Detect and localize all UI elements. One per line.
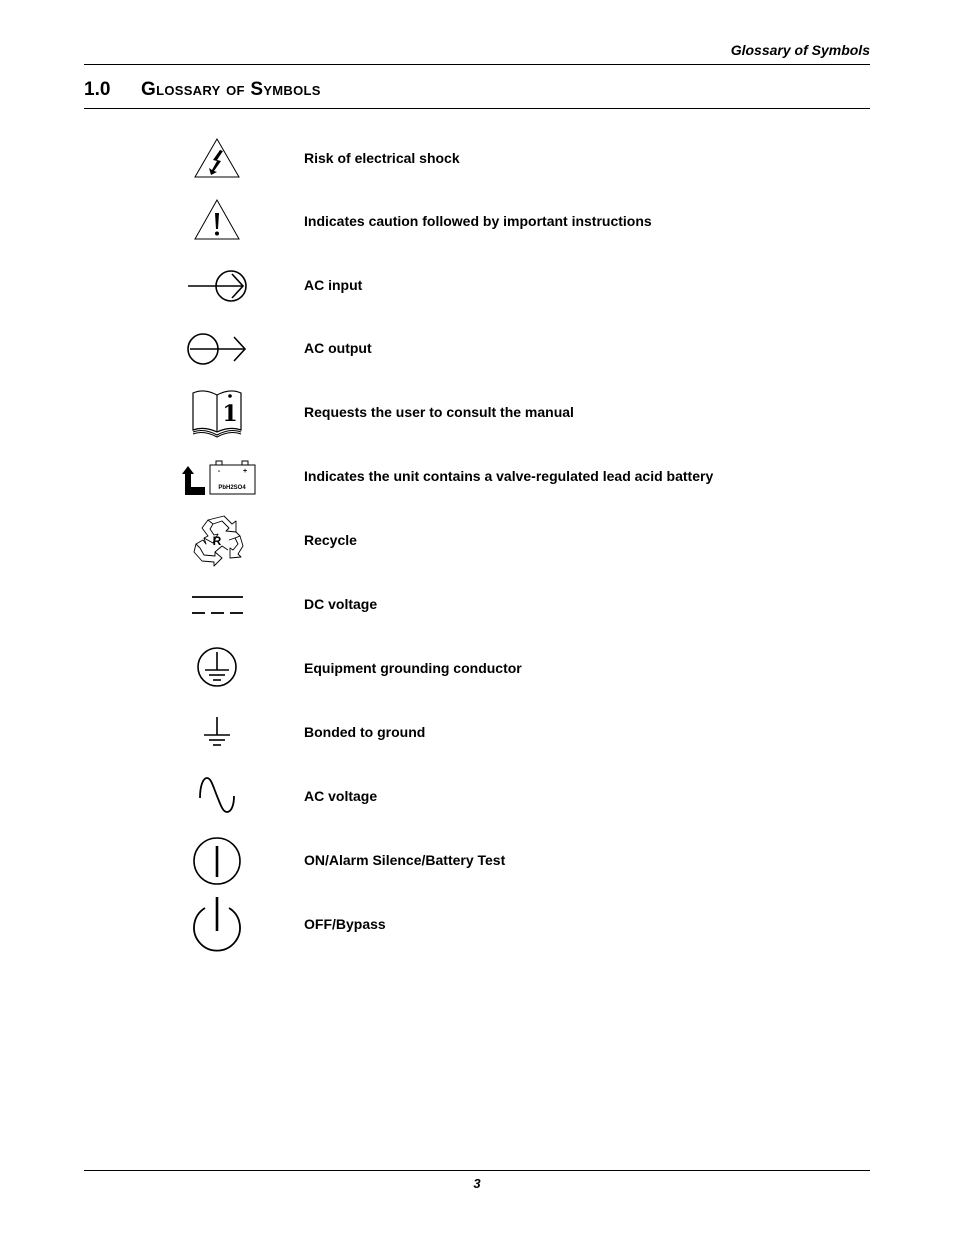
bonded-ground-icon [180,704,256,760]
symbol-label: Indicates caution followed by important … [304,213,652,229]
symbol-label: AC voltage [304,788,378,804]
symbol-row: - + PbH2SO4 Indicates the unit contains … [180,448,840,504]
symbol-row: Indicates caution followed by important … [180,193,840,249]
footer-rule [84,1170,870,1171]
symbol-label: Indicates the unit contains a valve-regu… [304,468,714,484]
recycle-icon: R [180,512,256,568]
caution-warning-icon [180,193,256,249]
battery-text: PbH2SO4 [218,485,246,491]
ac-voltage-icon [180,768,256,824]
symbol-row: Equipment grounding conductor [180,640,840,696]
symbol-label: ON/Alarm Silence/Battery Test [304,852,506,868]
symbol-row: AC input [180,257,840,313]
symbol-label: AC input [304,277,363,293]
section-rule [84,108,870,109]
dc-voltage-icon [180,576,256,632]
recycle-letter: R [213,534,222,548]
lead-acid-battery-icon: - + PbH2SO4 [180,448,256,504]
off-bypass-icon [180,896,256,952]
running-header: Glossary of Symbols [730,42,870,58]
ac-input-icon [180,257,256,313]
section-number: 1.0 [84,79,111,100]
symbol-row: 1 Requests the user to consult the manua… [180,384,840,440]
on-alarm-silence-icon [180,832,256,888]
consult-manual-icon: 1 [180,384,256,440]
symbol-row: AC voltage [180,768,840,824]
symbol-label: Recycle [304,532,357,548]
battery-plus: + [243,468,247,475]
symbol-label: Risk of electrical shock [304,150,460,166]
symbol-row: R Recycle [180,512,840,568]
symbol-label: Equipment grounding conductor [304,660,522,676]
ac-output-icon [180,320,256,376]
symbol-row: AC output [180,320,840,376]
electrical-shock-warning-icon [180,130,256,186]
symbol-label: AC output [304,340,372,356]
svg-text:1: 1 [222,401,237,427]
symbol-label: Requests the user to consult the manual [304,404,574,420]
equipment-grounding-icon [180,640,256,696]
symbol-label: OFF/Bypass [304,916,386,932]
page-number: 3 [473,1176,481,1191]
header-rule [84,64,870,65]
symbol-row: Bonded to ground [180,704,840,760]
section-heading: 1.0 Glossary of Symbols [84,79,321,101]
symbol-label: Bonded to ground [304,724,426,740]
symbol-row: Risk of electrical shock [180,130,840,186]
symbol-label: DC voltage [304,596,378,612]
symbol-row: OFF/Bypass [180,896,840,952]
symbol-row: DC voltage [180,576,840,632]
section-title: Glossary of Symbols [141,79,321,100]
symbol-row: ON/Alarm Silence/Battery Test [180,832,840,888]
